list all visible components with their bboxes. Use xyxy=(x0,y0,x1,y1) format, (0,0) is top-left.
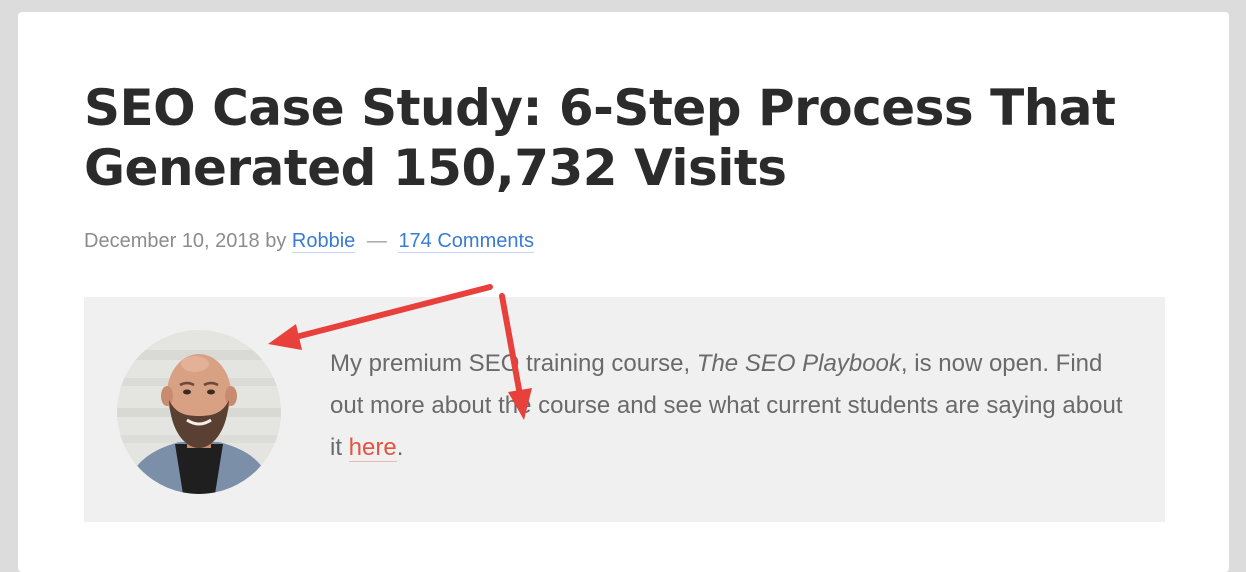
avatar-photo xyxy=(117,330,281,494)
page-title: SEO Case Study: 6-Step Process That Gene… xyxy=(84,79,1116,197)
author-link[interactable]: Robbie xyxy=(291,230,356,253)
promo-text: My premium SEO training course, The SEO … xyxy=(330,343,1140,469)
course-name: The SEO Playbook xyxy=(696,350,901,377)
post-by-label: by xyxy=(265,230,287,252)
meta-separator: — xyxy=(366,230,387,252)
post-date: December 10, 2018 xyxy=(84,230,260,252)
post-card: SEO Case Study: 6-Step Process That Gene… xyxy=(18,12,1229,572)
post-meta: December 10, 2018 by Robbie — 174 Commen… xyxy=(84,228,535,254)
promo-here-link[interactable]: here xyxy=(348,434,397,462)
comments-link[interactable]: 174 Comments xyxy=(398,230,535,253)
promo-text-start: My premium SEO training course, xyxy=(330,350,697,377)
avatar xyxy=(117,330,281,494)
promo-box: My premium SEO training course, The SEO … xyxy=(84,297,1165,522)
promo-text-end: . xyxy=(396,434,404,461)
